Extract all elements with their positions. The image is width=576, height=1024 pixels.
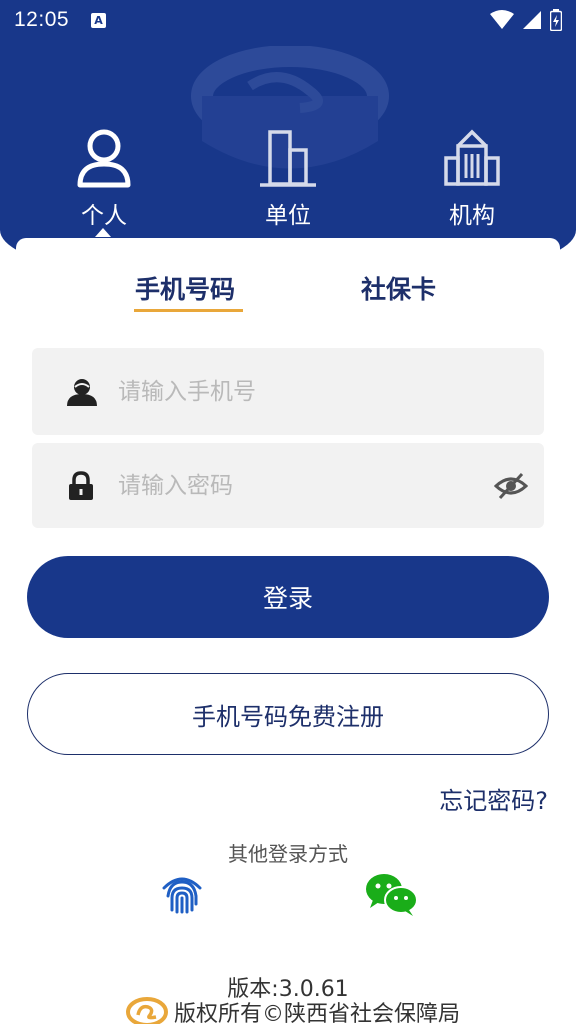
selected-tab-indicator [95, 228, 111, 237]
battery-icon [550, 9, 562, 31]
fingerprint-icon[interactable] [160, 874, 204, 914]
social-security-logo-icon [126, 997, 168, 1024]
login-method-tabs: 手机号码 社保卡 [16, 270, 560, 314]
user-icon [67, 378, 97, 406]
institution-icon [444, 129, 500, 186]
person-icon [77, 129, 131, 188]
notification-icon: A [91, 12, 107, 28]
tab-institution-label: 机构 [449, 203, 495, 229]
status-icons [490, 9, 562, 31]
status-time: 12:05 [14, 8, 70, 31]
phone-input[interactable] [118, 348, 478, 435]
tab-company[interactable]: 单位 [218, 128, 358, 230]
user-type-tabs: 个人 单位 机构 [0, 128, 576, 238]
eye-hidden-icon[interactable] [494, 471, 528, 501]
register-button[interactable]: 手机号码免费注册 [27, 673, 549, 755]
login-tab-underline [134, 309, 243, 312]
building-icon [260, 130, 316, 187]
copyright: 版权所有©陕西省社会保障局 [126, 996, 460, 1024]
forgot-password-link[interactable]: 忘记密码? [439, 781, 548, 816]
copyright-text: 版权所有©陕西省社会保障局 [174, 1002, 461, 1024]
login-button[interactable]: 登录 [27, 556, 549, 638]
tab-company-label: 单位 [265, 203, 311, 229]
lock-icon [69, 470, 93, 500]
other-login-title: 其他登录方式 [228, 842, 348, 866]
tab-social-card-login[interactable]: 社保卡 [361, 270, 436, 306]
tab-personal[interactable]: 个人 [34, 128, 174, 230]
password-field [32, 443, 544, 528]
tab-institution[interactable]: 机构 [402, 128, 542, 230]
signal-icon [523, 11, 541, 29]
tab-personal-label: 个人 [81, 203, 127, 229]
wifi-icon [490, 10, 514, 29]
password-input[interactable] [118, 443, 478, 528]
wechat-icon[interactable] [365, 872, 419, 916]
status-bar: 12:05 A [0, 0, 576, 40]
login-card: 手机号码 社保卡 登录 手机号码免费注册 忘记密码? 其他登录方式 [16, 238, 560, 1024]
phone-field [32, 348, 544, 435]
tab-phone-login[interactable]: 手机号码 [135, 270, 235, 306]
